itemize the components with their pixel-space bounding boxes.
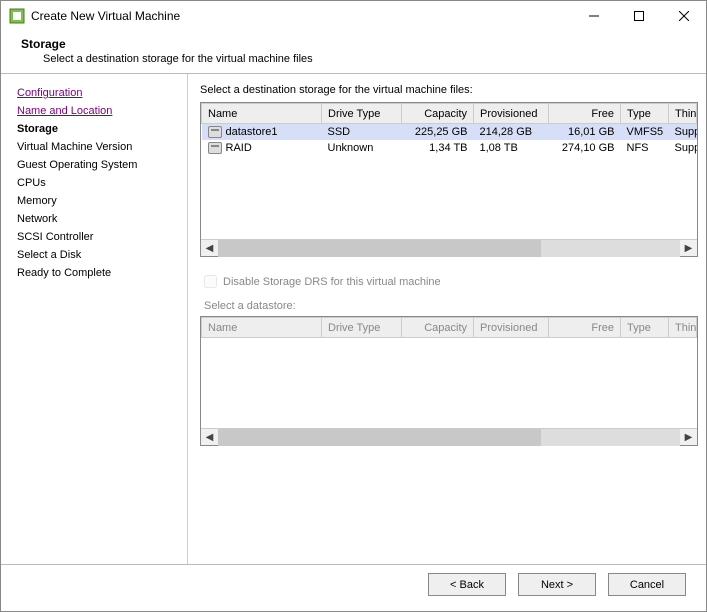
wizard-step: Select a Disk	[17, 246, 179, 264]
datastore-icon	[208, 142, 222, 154]
col-name: Name	[202, 318, 322, 338]
wizard-header: Storage Select a destination storage for…	[1, 31, 706, 74]
disable-drs-row: Disable Storage DRS for this virtual mac…	[204, 275, 698, 288]
window-title: Create New Virtual Machine	[31, 9, 571, 23]
select-datastore-label: Select a datastore:	[204, 300, 698, 312]
scroll-right-icon[interactable]: ▶	[680, 240, 697, 257]
col-drive-type[interactable]: Drive Type	[322, 104, 402, 124]
next-button[interactable]: Next >	[518, 573, 596, 596]
wizard-step: CPUs	[17, 174, 179, 192]
minimize-button[interactable]	[571, 1, 616, 31]
horizontal-scrollbar[interactable]: ◀ ▶	[201, 428, 697, 445]
wizard-steps-sidebar: ConfigurationName and LocationStorageVir…	[1, 74, 188, 564]
wizard-step: SCSI Controller	[17, 228, 179, 246]
disable-drs-label: Disable Storage DRS for this virtual mac…	[223, 276, 441, 288]
col-type[interactable]: Type	[621, 104, 669, 124]
col-provisioned[interactable]: Provisioned	[474, 104, 549, 124]
table-row[interactable]: RAIDUnknown1,34 TB1,08 TB274,10 GBNFSSup…	[202, 140, 697, 156]
col-name[interactable]: Name	[202, 104, 322, 124]
wizard-step: Network	[17, 210, 179, 228]
col-drive-type: Drive Type	[322, 318, 402, 338]
horizontal-scrollbar[interactable]: ◀ ▶	[201, 239, 697, 256]
page-title: Storage	[21, 37, 686, 51]
table-header-row: Name Drive Type Capacity Provisioned Fre…	[202, 318, 697, 338]
wizard-step: Guest Operating System	[17, 156, 179, 174]
col-thin: Thin Pro	[669, 318, 697, 338]
scroll-right-icon[interactable]: ▶	[680, 429, 697, 446]
col-capacity: Capacity	[402, 318, 474, 338]
datastore-cluster-table: Name Drive Type Capacity Provisioned Fre…	[200, 316, 698, 446]
wizard-step[interactable]: Configuration	[17, 84, 179, 102]
datastore-icon	[208, 126, 222, 138]
table-header-row: Name Drive Type Capacity Provisioned Fre…	[202, 104, 697, 124]
app-icon	[9, 8, 25, 24]
col-provisioned: Provisioned	[474, 318, 549, 338]
col-type: Type	[621, 318, 669, 338]
col-thin[interactable]: Thin Pr	[669, 104, 697, 124]
col-free[interactable]: Free	[549, 104, 621, 124]
wizard-step[interactable]: Name and Location	[17, 102, 179, 120]
disable-drs-checkbox	[204, 275, 217, 288]
wizard-content: Select a destination storage for the vir…	[188, 74, 706, 564]
col-free: Free	[549, 318, 621, 338]
titlebar: Create New Virtual Machine	[1, 1, 706, 31]
wizard-step: Virtual Machine Version	[17, 138, 179, 156]
wizard-step: Ready to Complete	[17, 264, 179, 282]
close-button[interactable]	[661, 1, 706, 31]
back-button[interactable]: < Back	[428, 573, 506, 596]
wizard-footer: < Back Next > Cancel	[1, 564, 706, 604]
cancel-button[interactable]: Cancel	[608, 573, 686, 596]
datastore-table[interactable]: Name Drive Type Capacity Provisioned Fre…	[200, 102, 698, 257]
wizard-step: Memory	[17, 192, 179, 210]
scroll-left-icon[interactable]: ◀	[201, 429, 218, 446]
table-row[interactable]: datastore1SSD225,25 GB214,28 GB16,01 GBV…	[202, 124, 697, 141]
wizard-step: Storage	[17, 120, 179, 138]
col-capacity[interactable]: Capacity	[402, 104, 474, 124]
page-subtitle: Select a destination storage for the vir…	[21, 53, 686, 65]
instruction-text: Select a destination storage for the vir…	[200, 84, 698, 96]
maximize-button[interactable]	[616, 1, 661, 31]
scroll-left-icon[interactable]: ◀	[201, 240, 218, 257]
